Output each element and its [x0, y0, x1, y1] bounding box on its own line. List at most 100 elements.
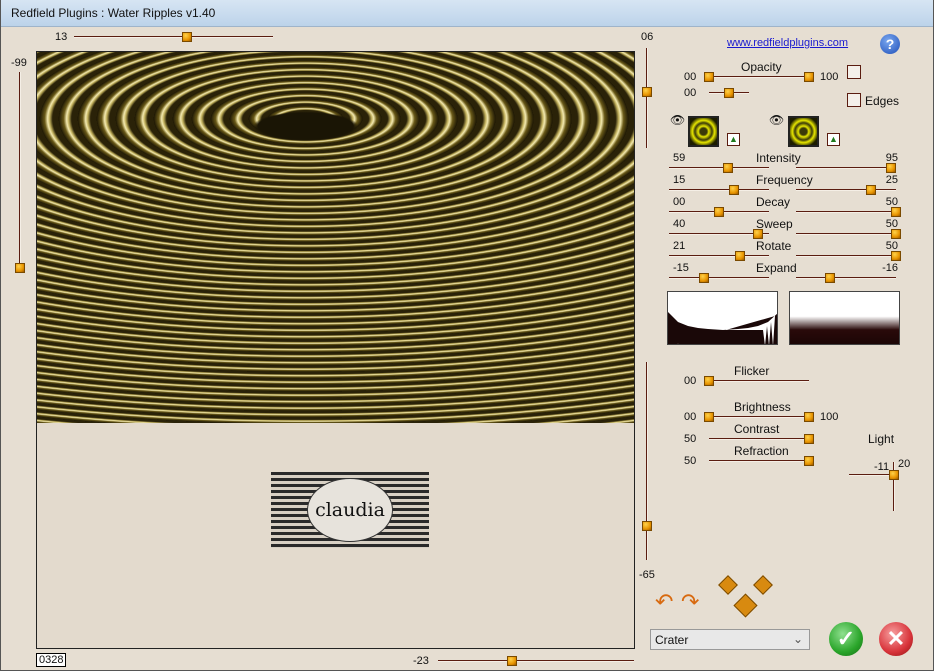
- param-left-value: 59: [673, 152, 686, 164]
- slider-thumb[interactable]: [886, 163, 896, 173]
- param-left-slider[interactable]: [669, 251, 769, 261]
- help-icon[interactable]: ?: [880, 34, 900, 54]
- param-left-slider[interactable]: [669, 163, 769, 173]
- param-right-slider[interactable]: [796, 229, 901, 239]
- slider-thumb[interactable]: [891, 207, 901, 217]
- param-right-slider[interactable]: [796, 251, 901, 261]
- random-all-dice-icon[interactable]: [733, 593, 758, 618]
- undo-arrow-icon[interactable]: ↶: [655, 589, 673, 615]
- slider-thumb[interactable]: [723, 163, 733, 173]
- slider-thumb[interactable]: [15, 263, 25, 273]
- tree-icon[interactable]: ▲: [827, 133, 840, 146]
- slider-thumb[interactable]: [724, 88, 734, 98]
- refraction-slider[interactable]: [709, 456, 814, 466]
- slider-thumb[interactable]: [642, 87, 652, 97]
- brightness-label: Brightness: [734, 400, 791, 414]
- param-left-slider[interactable]: [669, 273, 769, 283]
- param-left-value: -15: [673, 262, 689, 274]
- opacity-min: 00: [684, 71, 697, 83]
- zoom-readout: 0328: [36, 653, 67, 667]
- param-left-slider[interactable]: [669, 229, 769, 239]
- window-title: Redfield Plugins : Water Ripples v1.40: [11, 6, 216, 20]
- slider-thumb[interactable]: [699, 273, 709, 283]
- random-dice-icon[interactable]: [718, 575, 738, 595]
- slider-thumb[interactable]: [891, 229, 901, 239]
- param-right-value: -16: [882, 262, 898, 274]
- slider-thumb[interactable]: [642, 521, 652, 532]
- contrast-label: Contrast: [734, 422, 780, 436]
- secondary-slider[interactable]: [709, 88, 749, 98]
- param-left-slider[interactable]: [669, 207, 769, 217]
- right-vertical-slider-2[interactable]: [642, 362, 652, 560]
- slider-thumb-low[interactable]: [704, 72, 714, 82]
- param-right-slider[interactable]: [796, 163, 896, 173]
- eye-icon[interactable]: 👁: [670, 113, 685, 127]
- light-x-track[interactable]: [849, 474, 894, 476]
- brightness-max: 100: [820, 411, 839, 423]
- contrast-slider[interactable]: [709, 434, 814, 444]
- website-link[interactable]: www.redfieldplugins.com: [727, 37, 848, 49]
- contrast-value: 50: [684, 433, 697, 445]
- bottom-slider-value: -23: [413, 655, 429, 667]
- param-left-value: 00: [673, 196, 686, 208]
- pattern-thumbnail-2[interactable]: [788, 116, 819, 147]
- preview-area[interactable]: claudia: [36, 51, 635, 649]
- eye-icon[interactable]: 👁: [769, 113, 784, 127]
- opacity-checkbox[interactable]: [847, 65, 861, 79]
- slider-thumb[interactable]: [804, 434, 814, 444]
- slider-thumb[interactable]: [804, 456, 814, 466]
- param-left-value: 40: [673, 218, 686, 230]
- param-right-slider[interactable]: [796, 185, 896, 195]
- slider-thumb[interactable]: [753, 229, 763, 239]
- light-x-value: -11: [874, 461, 890, 473]
- tree-icon[interactable]: ▲: [727, 133, 740, 146]
- pattern-thumbnail-1[interactable]: [688, 116, 719, 147]
- chevron-down-icon: ⌄: [792, 632, 803, 646]
- edges-checkbox[interactable]: [847, 93, 861, 107]
- flicker-label: Flicker: [734, 364, 770, 378]
- param-label: Decay: [756, 195, 791, 209]
- slider-thumb-high[interactable]: [804, 412, 814, 422]
- preset-dropdown[interactable]: Crater ⌄: [650, 629, 810, 650]
- param-right-slider[interactable]: [796, 273, 896, 283]
- slider-thumb[interactable]: [735, 251, 745, 261]
- bottom-slider[interactable]: [438, 656, 634, 666]
- watermark-logo: claudia: [271, 472, 429, 548]
- light-label: Light: [868, 432, 895, 446]
- preset-selected: Crater: [655, 633, 689, 647]
- right-vertical-slider-1[interactable]: [642, 48, 652, 148]
- preview-image: [37, 52, 634, 423]
- opacity-max: 100: [820, 71, 839, 83]
- param-right-slider[interactable]: [796, 207, 901, 217]
- slider-thumb[interactable]: [825, 273, 835, 283]
- left-vertical-slider[interactable]: [15, 72, 25, 273]
- profile-graph-2: [789, 291, 900, 345]
- opacity-slider[interactable]: [704, 72, 814, 82]
- opacity-label: Opacity: [741, 60, 782, 74]
- brightness-slider[interactable]: [704, 412, 814, 422]
- slider-thumb[interactable]: [891, 251, 901, 261]
- slider-thumb-high[interactable]: [804, 72, 814, 82]
- param-label: Expand: [756, 261, 797, 275]
- flicker-value: 00: [684, 375, 697, 387]
- top-slider-value: 13: [55, 31, 68, 43]
- light-position-handle[interactable]: [889, 470, 899, 480]
- slider-thumb[interactable]: [182, 32, 193, 42]
- ok-button[interactable]: ✓: [829, 622, 863, 656]
- slider-thumb[interactable]: [507, 656, 518, 666]
- slider-thumb[interactable]: [714, 207, 724, 217]
- slider-thumb[interactable]: [866, 185, 876, 195]
- cancel-button[interactable]: ✕: [879, 622, 913, 656]
- param-label: Frequency: [756, 173, 813, 187]
- random-dice-icon[interactable]: [753, 575, 773, 595]
- light-y-value: 20: [898, 458, 911, 470]
- param-left-slider[interactable]: [669, 185, 769, 195]
- title-bar: Redfield Plugins : Water Ripples v1.40: [1, 0, 933, 27]
- plugin-window: Redfield Plugins : Water Ripples v1.40 1…: [0, 0, 934, 671]
- redo-arrow-icon[interactable]: ↷: [681, 589, 699, 615]
- top-slider[interactable]: [74, 32, 273, 42]
- slider-thumb[interactable]: [729, 185, 739, 195]
- flicker-slider[interactable]: [704, 376, 809, 386]
- slider-thumb[interactable]: [704, 376, 714, 386]
- slider-thumb-low[interactable]: [704, 412, 714, 422]
